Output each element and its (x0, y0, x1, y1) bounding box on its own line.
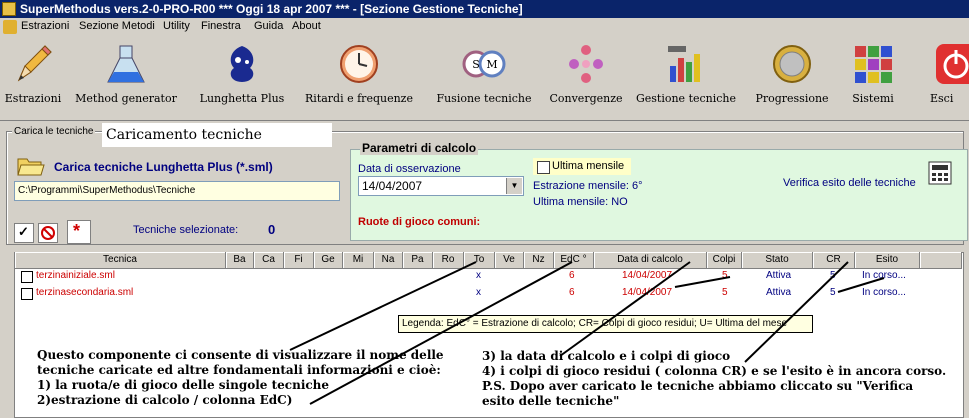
note-line: tecniche caricate ed altre fondamentali … (37, 363, 441, 377)
note-line: Questo componente ci consente di visuali… (37, 348, 444, 362)
annotation-line (559, 261, 691, 357)
annotation-line (289, 261, 477, 351)
annotation-line (674, 276, 731, 288)
note-line: 4) i colpi di gioco residui ( colonna CR… (482, 364, 947, 378)
note-line: 2)estrazione di calcolo / colonna EdC) (37, 393, 293, 407)
note-line: esito delle tecniche" (482, 394, 620, 408)
note-line: 1) la ruota/e di gioco delle singole tec… (37, 378, 330, 392)
note-line: 3) la data di calcolo e i colpi di gioco (482, 349, 731, 363)
annotation-line (744, 261, 849, 363)
annotation-line (837, 277, 885, 293)
note-line: P.S. Dopo aver caricato le tecniche abbi… (482, 379, 914, 393)
